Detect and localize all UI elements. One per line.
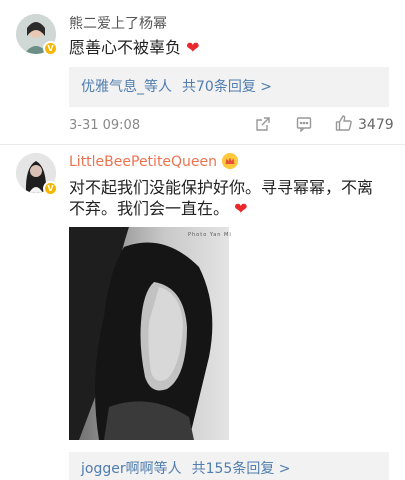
verified-badge-icon: V [43, 181, 58, 196]
username[interactable]: LittleBeePetiteQueen [69, 153, 217, 171]
comment-1: V 熊二爱上了杨幂 愿善心不被辜负 ❤ 优雅气息_等人 共70条回复 > 3-31… [0, 0, 405, 148]
comment-2: V LittleBeePetiteQueen 对不起我们没能保护好你。寻寻幂幂，… [0, 145, 405, 480]
reply-summary[interactable]: 优雅气息_等人 共70条回复 > [69, 67, 389, 107]
comment-text-line-2: 不弃。我们会一直在。 ❤ [69, 199, 248, 218]
username[interactable]: 熊二爱上了杨幂 [69, 15, 167, 33]
reply-count-link[interactable]: 共70条回复 > [182, 79, 272, 95]
comment-image[interactable] [69, 227, 229, 440]
timestamp: 3-31 09:08 [69, 118, 141, 133]
comment-icon[interactable] [296, 116, 312, 136]
image-watermark: Photo Yan Mi [188, 232, 232, 238]
share-icon[interactable] [255, 116, 271, 136]
heart-icon: ❤ [229, 199, 248, 218]
like-count: 3479 [358, 117, 394, 133]
reply-summary[interactable]: jogger啊啊等人 共155条回复 > [69, 452, 389, 480]
vip-crown-icon [222, 153, 238, 169]
reply-count-link[interactable]: 共155条回复 > [192, 461, 291, 477]
reply-users-link[interactable]: jogger啊啊等人 [81, 461, 182, 477]
thumbs-up-icon[interactable] [335, 114, 353, 136]
comment-text: 愿善心不被辜负 ❤ [69, 38, 200, 57]
verified-badge-icon: V [43, 41, 58, 56]
reply-users-link[interactable]: 优雅气息_等人 [81, 79, 172, 95]
heart-icon: ❤ [181, 38, 200, 57]
